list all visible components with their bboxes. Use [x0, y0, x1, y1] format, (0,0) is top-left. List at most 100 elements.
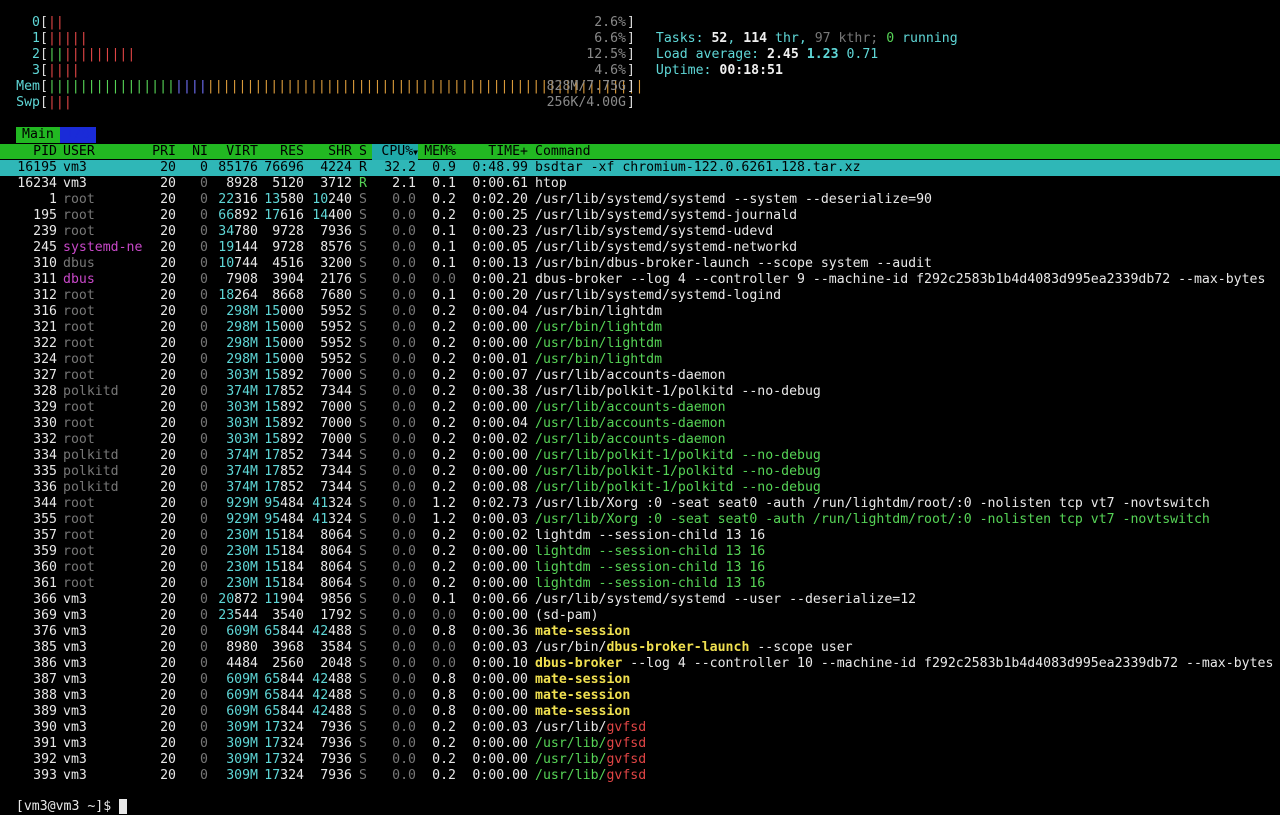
table-row[interactable]: 344 root 20 0 929M 95484 41324 S 0.0 1.2 0:02.73/u…	[0, 496, 1280, 512]
table-row[interactable]: 386 vm3 20 0 4484 2560 2048 S 0.0 0.0 0:00.10 dbus-…	[0, 656, 1280, 672]
table-row[interactable]: 245 systemd-ne 20 0 19144 9728 8576 S 0.0 0.1 0:00…	[0, 240, 1280, 256]
table-row[interactable]: 312 root 20 0 18264 8668 7680 S 0.0 0.1 0:00.20/us…	[0, 288, 1280, 304]
row-cpu: 0.0	[392, 560, 416, 575]
row-state: R	[359, 160, 367, 175]
table-row[interactable]: 328 polkitd 20 0 374M 17852 7344 S 0.0 0.2 0:00.38…	[0, 384, 1280, 400]
col-pid[interactable]: PID	[0, 144, 57, 160]
table-row[interactable]: 392 vm3 20 0 309M 17324 7936 S 0.0 0.2 0:00.00/usr…	[0, 752, 1280, 768]
sort-desc-icon: ▼	[413, 148, 418, 157]
row-mem: 0.8	[432, 624, 456, 639]
table-row[interactable]: 1 root 20 0 22316 13580 10240 S 0.0 0.2 0:02.20/us…	[0, 192, 1280, 208]
swap-meter-label: Swp	[16, 95, 40, 110]
row-cpu: 0.0	[392, 768, 416, 783]
table-row[interactable]: 369 vm3 20 0 23544 3540 1792 S 0.0 0.0 0:00.00 (sd-…	[0, 608, 1280, 624]
row-res: 15892	[264, 416, 304, 431]
table-row[interactable]: 389 vm3 20 0 609M 65844 42488 S 0.0 0.8 0:00.00 mat…	[0, 704, 1280, 720]
row-shr: 7000	[320, 368, 352, 383]
row-ni: 0	[200, 512, 208, 527]
table-row[interactable]: 329 root 20 0 303M 15892 7000 S 0.0 0.2 0:00.00/us…	[0, 400, 1280, 416]
row-user: vm3	[63, 720, 87, 735]
table-row[interactable]: 321 root 20 0 298M 15000 5952 S 0.0 0.2 0:00.00/us…	[0, 320, 1280, 336]
tab-main[interactable]: Main	[16, 127, 60, 143]
row-time: 0:00.10	[472, 656, 528, 671]
table-row[interactable]: 361 root 20 0 230M 15184 8064 S 0.0 0.2 0:00.00 lig…	[0, 576, 1280, 592]
table-row[interactable]: 322 root 20 0 298M 15000 5952 S 0.0 0.2 0:00.00/us…	[0, 336, 1280, 352]
row-time: 0:00.02	[472, 528, 528, 543]
table-row[interactable]: 310 dbus 20 0 10744 4516 3200 S 0.0 0.1 0:00.13/us…	[0, 256, 1280, 272]
tab-io[interactable]: I/O	[59, 127, 96, 143]
table-row[interactable]: 390 vm3 20 0 309M 17324 7936 S 0.0 0.2 0:00.03/usr…	[0, 720, 1280, 736]
table-row[interactable]: 376 vm3 20 0 609M 65844 42488 S 0.0 0.8 0:00.36 mat…	[0, 624, 1280, 640]
row-command: /usr/lib/gvfsd	[535, 720, 647, 735]
table-row[interactable]: 385 vm3 20 0 8980 3968 3584 S 0.0 0.0 0:00.03/usr/…	[0, 640, 1280, 656]
table-row[interactable]: 355 root 20 0 929M 95484 41324 S 0.0 1.2 0:00.03/u…	[0, 512, 1280, 528]
row-ni: 0	[200, 368, 208, 383]
load-15min: 0.71	[846, 47, 879, 62]
row-time: 0:00.01	[472, 352, 528, 367]
col-ni[interactable]: NI	[182, 144, 208, 160]
col-mem[interactable]: MEM%	[420, 144, 456, 160]
row-shr: 4224	[320, 160, 352, 175]
col-pri[interactable]: PRI	[150, 144, 176, 160]
row-res: 17852	[264, 480, 304, 495]
table-row[interactable]: 391 vm3 20 0 309M 17324 7936 S 0.0 0.2 0:00.00/usr…	[0, 736, 1280, 752]
table-row[interactable]: 387 vm3 20 0 609M 65844 42488 S 0.0 0.8 0:00.00 mat…	[0, 672, 1280, 688]
table-row[interactable]: 330 root 20 0 303M 15892 7000 S 0.0 0.2 0:00.04/us…	[0, 416, 1280, 432]
table-row[interactable]: 335 polkitd 20 0 374M 17852 7344 S 0.0 0.2 0:00.00…	[0, 464, 1280, 480]
row-time: 0:00.00	[472, 608, 528, 623]
table-row[interactable]: 332 root 20 0 303M 15892 7000 S 0.0 0.2 0:00.02/us…	[0, 432, 1280, 448]
mem-meter-bar: ||||	[175, 79, 207, 94]
col-res[interactable]: RES	[258, 144, 304, 160]
col-state[interactable]: S	[359, 144, 369, 160]
col-virt[interactable]: VIRT	[212, 144, 258, 160]
row-res: 4516	[272, 256, 304, 271]
table-row[interactable]: 311 dbus 20 0 7908 3904 2176 S 0.0 0.0 0:00.21 dbus…	[0, 272, 1280, 288]
table-row[interactable]: 324 root 20 0 298M 15000 5952 S 0.0 0.2 0:00.01/us…	[0, 352, 1280, 368]
row-pri: 20	[160, 416, 176, 431]
row-virt: 10744	[218, 256, 258, 271]
table-row[interactable]: 360 root 20 0 230M 15184 8064 S 0.0 0.2 0:00.00 lig…	[0, 560, 1280, 576]
table-row[interactable]: 357 root 20 0 230M 15184 8064 S 0.0 0.2 0:00.02 lig…	[0, 528, 1280, 544]
row-user: vm3	[63, 624, 87, 639]
table-row[interactable]: 388 vm3 20 0 609M 65844 42488 S 0.0 0.8 0:00.00 mat…	[0, 688, 1280, 704]
col-cpu[interactable]: CPU%▼	[372, 144, 418, 160]
col-time[interactable]: TIME+	[460, 144, 528, 160]
table-row[interactable]: 316 root 20 0 298M 15000 5952 S 0.0 0.2 0:00.04/us…	[0, 304, 1280, 320]
col-shr[interactable]: SHR	[304, 144, 352, 160]
table-row[interactable]: 16234 vm3 20 0 8928 5120 3712 R 2.1 0.1 0:00.61 hto…	[0, 176, 1280, 192]
row-mem: 0.0	[432, 656, 456, 671]
row-virt: 20872	[218, 592, 258, 607]
row-shr: 7936	[320, 224, 352, 239]
row-pri: 20	[160, 384, 176, 399]
row-ni: 0	[200, 656, 208, 671]
table-row[interactable]: 393 vm3 20 0 309M 17324 7936 S 0.0 0.2 0:00.00/usr…	[0, 768, 1280, 784]
row-mem: 0.1	[432, 288, 456, 303]
row-res: 3540	[272, 608, 304, 623]
col-command[interactable]: Command	[535, 144, 591, 160]
col-user[interactable]: USER	[63, 144, 147, 160]
row-cpu: 0.0	[392, 384, 416, 399]
row-state: S	[359, 464, 367, 479]
table-row[interactable]: 359 root 20 0 230M 15184 8064 S 0.0 0.2 0:00.00 lig…	[0, 544, 1280, 560]
table-row[interactable]: 195 root 20 0 66892 17616 14400 S 0.0 0.2 0:00.25 /…	[0, 208, 1280, 224]
row-shr: 7936	[320, 720, 352, 735]
swap-meter: Swp[||| 256K/4.00G]	[0, 95, 640, 111]
row-user: root	[63, 528, 95, 543]
row-pid: 392	[33, 752, 57, 767]
table-row[interactable]: 239 root 20 0 34780 9728 7936 S 0.0 0.1 0:00.23/us…	[0, 224, 1280, 240]
row-time: 0:00.21	[472, 272, 528, 287]
row-command: lightdm --session-child 13 16	[535, 576, 766, 591]
row-mem: 0.1	[432, 592, 456, 607]
table-row[interactable]: 366 vm3 20 0 20872 11904 9856 S 0.0 0.1 0:00.66/us…	[0, 592, 1280, 608]
row-cpu: 0.0	[392, 448, 416, 463]
row-command: /usr/lib/systemd/systemd-journald	[535, 208, 798, 223]
table-row[interactable]: 327 root 20 0 303M 15892 7000 S 0.0 0.2 0:00.07/us…	[0, 368, 1280, 384]
table-row[interactable]: 336 polkitd 20 0 374M 17852 7344 S 0.0 0.2 0:00.08…	[0, 480, 1280, 496]
shell-prompt[interactable]: [vm3@vm3 ~]$	[0, 783, 128, 814]
row-cpu: 0.0	[392, 688, 416, 703]
row-virt: 309M	[226, 768, 258, 783]
table-row[interactable]: 334 polkitd 20 0 374M 17852 7344 S 0.0 0.2 0:00.00…	[0, 448, 1280, 464]
row-pri: 20	[160, 720, 176, 735]
row-command: /usr/lib/gvfsd	[535, 736, 647, 751]
table-row-selected[interactable]: 16195 vm3 20 0 85176 76696 4224 R 32.2 0.9 0:48.99…	[0, 160, 1280, 176]
